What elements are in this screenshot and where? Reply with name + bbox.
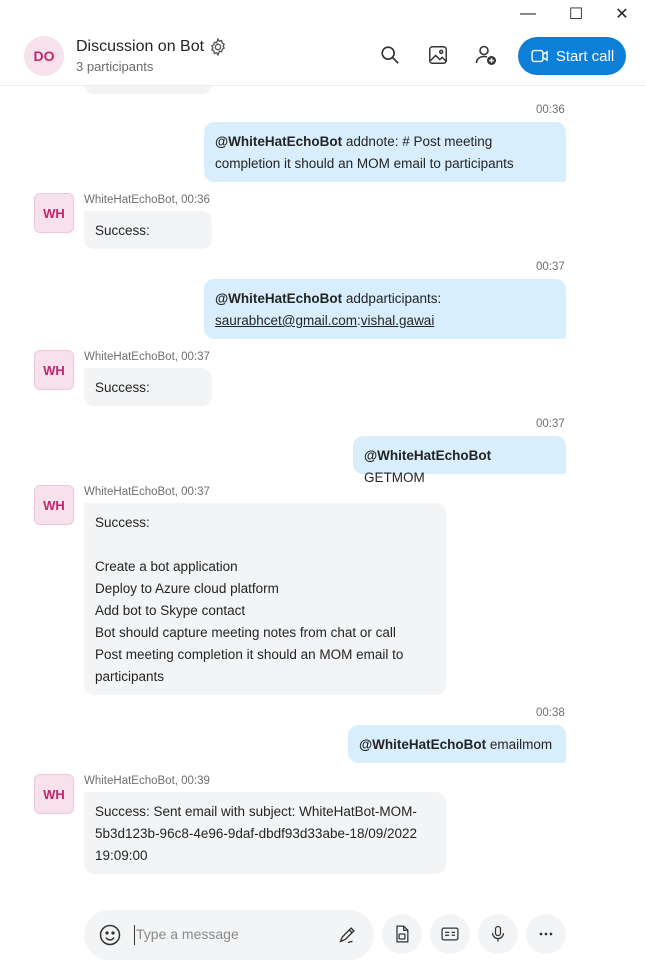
- incoming-message[interactable]: Success:: [84, 368, 212, 406]
- message-text: 19:09:00: [95, 848, 148, 863]
- maximize-icon: ☐: [568, 6, 584, 23]
- add-people-icon: [475, 45, 496, 65]
- mention[interactable]: @WhiteHatEchoBot: [364, 448, 491, 463]
- message-text: 5b3d123b-96c8-4e96-9daf-dbdf93d33abe-18/…: [95, 826, 418, 841]
- chat-title[interactable]: Discussion on Bot: [76, 38, 204, 56]
- gallery-icon: [429, 46, 447, 64]
- group-avatar[interactable]: DO: [24, 36, 64, 76]
- contact-card-button[interactable]: [430, 914, 470, 954]
- message-text: Success:: [95, 380, 150, 395]
- message-text: participants: [95, 669, 165, 684]
- message-timestamp: 00:37: [536, 261, 565, 273]
- contact-card-icon: [441, 927, 459, 941]
- mention[interactable]: @WhiteHatEchoBot: [215, 134, 342, 149]
- message-text: addnote: # Post meeting: [342, 134, 493, 149]
- chat-header: DO Discussion on Bot 3 participants Star…: [0, 28, 646, 86]
- message-list[interactable]: 00:36 @WhiteHatEchoBot addnote: # Post m…: [0, 86, 646, 900]
- message-text: Post meeting completion it should an MOM…: [95, 647, 404, 662]
- message-text: GETMOM: [364, 470, 425, 485]
- outgoing-message[interactable]: @WhiteHatEchoBot addparticipants: saurab…: [204, 279, 566, 339]
- message-bubble-partial: [84, 86, 212, 94]
- message-timestamp: 00:37: [536, 418, 565, 430]
- sender-label: WhiteHatEchoBot, 00:36: [84, 194, 210, 206]
- incoming-message[interactable]: Success: Create a bot application Deploy…: [84, 503, 446, 695]
- outgoing-message[interactable]: @WhiteHatEchoBot emailmom: [348, 725, 566, 763]
- settings-icon[interactable]: [208, 37, 228, 57]
- message-text: addparticipants:: [342, 291, 442, 306]
- search-button[interactable]: [377, 42, 403, 68]
- message-text: Add bot to Skype contact: [95, 603, 246, 618]
- minimize-button[interactable]: —: [505, 0, 551, 28]
- start-call-button[interactable]: Start call: [518, 37, 626, 75]
- close-button[interactable]: ✕: [599, 0, 645, 28]
- sender-label: WhiteHatEchoBot, 00:37: [84, 351, 210, 363]
- share-file-button[interactable]: [382, 914, 422, 954]
- title-bar: — ☐ ✕: [0, 0, 646, 28]
- mention[interactable]: @WhiteHatEchoBot: [215, 291, 342, 306]
- message-text: Success: Sent email with subject: WhiteH…: [95, 804, 417, 819]
- maximize-button[interactable]: ☐: [553, 0, 599, 28]
- avatar[interactable]: WH: [34, 485, 74, 525]
- start-call-label: Start call: [555, 47, 615, 65]
- message-timestamp: 00:36: [536, 104, 565, 116]
- message-text: Success:: [95, 223, 150, 238]
- incoming-message[interactable]: Success: Sent email with subject: WhiteH…: [84, 792, 446, 874]
- close-icon: ✕: [615, 6, 629, 23]
- mention[interactable]: @WhiteHatEchoBot: [359, 737, 486, 752]
- message-text: [95, 534, 435, 556]
- text-caret: [134, 925, 135, 945]
- emoji-icon[interactable]: [98, 923, 122, 947]
- message-timestamp: 00:38: [536, 707, 565, 719]
- video-icon: [531, 49, 548, 63]
- participants-count[interactable]: 3 participants: [76, 59, 153, 74]
- message-text: Deploy to Azure cloud platform: [95, 581, 279, 596]
- search-icon: [381, 46, 399, 64]
- more-options-button[interactable]: [526, 914, 566, 954]
- more-icon: [539, 932, 553, 936]
- outgoing-message[interactable]: @WhiteHatEchoBot GETMOM: [353, 436, 566, 485]
- file-icon: [396, 925, 409, 943]
- email-link[interactable]: vishal.gawai: [361, 313, 435, 328]
- add-people-button[interactable]: [473, 42, 499, 68]
- gallery-button[interactable]: [425, 42, 451, 68]
- avatar[interactable]: WH: [34, 774, 74, 814]
- minimize-icon: —: [520, 5, 536, 22]
- message-text: Create a bot application: [95, 559, 238, 574]
- message-input[interactable]: Type a message: [84, 910, 374, 960]
- avatar[interactable]: WH: [34, 193, 74, 233]
- message-text: Bot should capture meeting notes from ch…: [95, 625, 396, 640]
- microphone-icon: [491, 925, 505, 942]
- sender-label: WhiteHatEchoBot, 00:39: [84, 775, 210, 787]
- voice-message-button[interactable]: [478, 914, 518, 954]
- pen-icon[interactable]: [336, 924, 358, 946]
- composer: Type a message: [0, 900, 646, 980]
- message-text: completion it should an MOM email to par…: [215, 156, 514, 171]
- sender-label: WhiteHatEchoBot, 00:37: [84, 486, 210, 498]
- incoming-message[interactable]: Success:: [84, 211, 212, 249]
- email-link[interactable]: saurabhcet@gmail.com: [215, 313, 357, 328]
- outgoing-message[interactable]: @WhiteHatEchoBot addnote: # Post meeting…: [204, 122, 566, 182]
- avatar[interactable]: WH: [34, 350, 74, 390]
- message-placeholder: Type a message: [136, 926, 239, 942]
- message-text: Success:: [95, 515, 150, 530]
- message-text: emailmom: [486, 737, 553, 752]
